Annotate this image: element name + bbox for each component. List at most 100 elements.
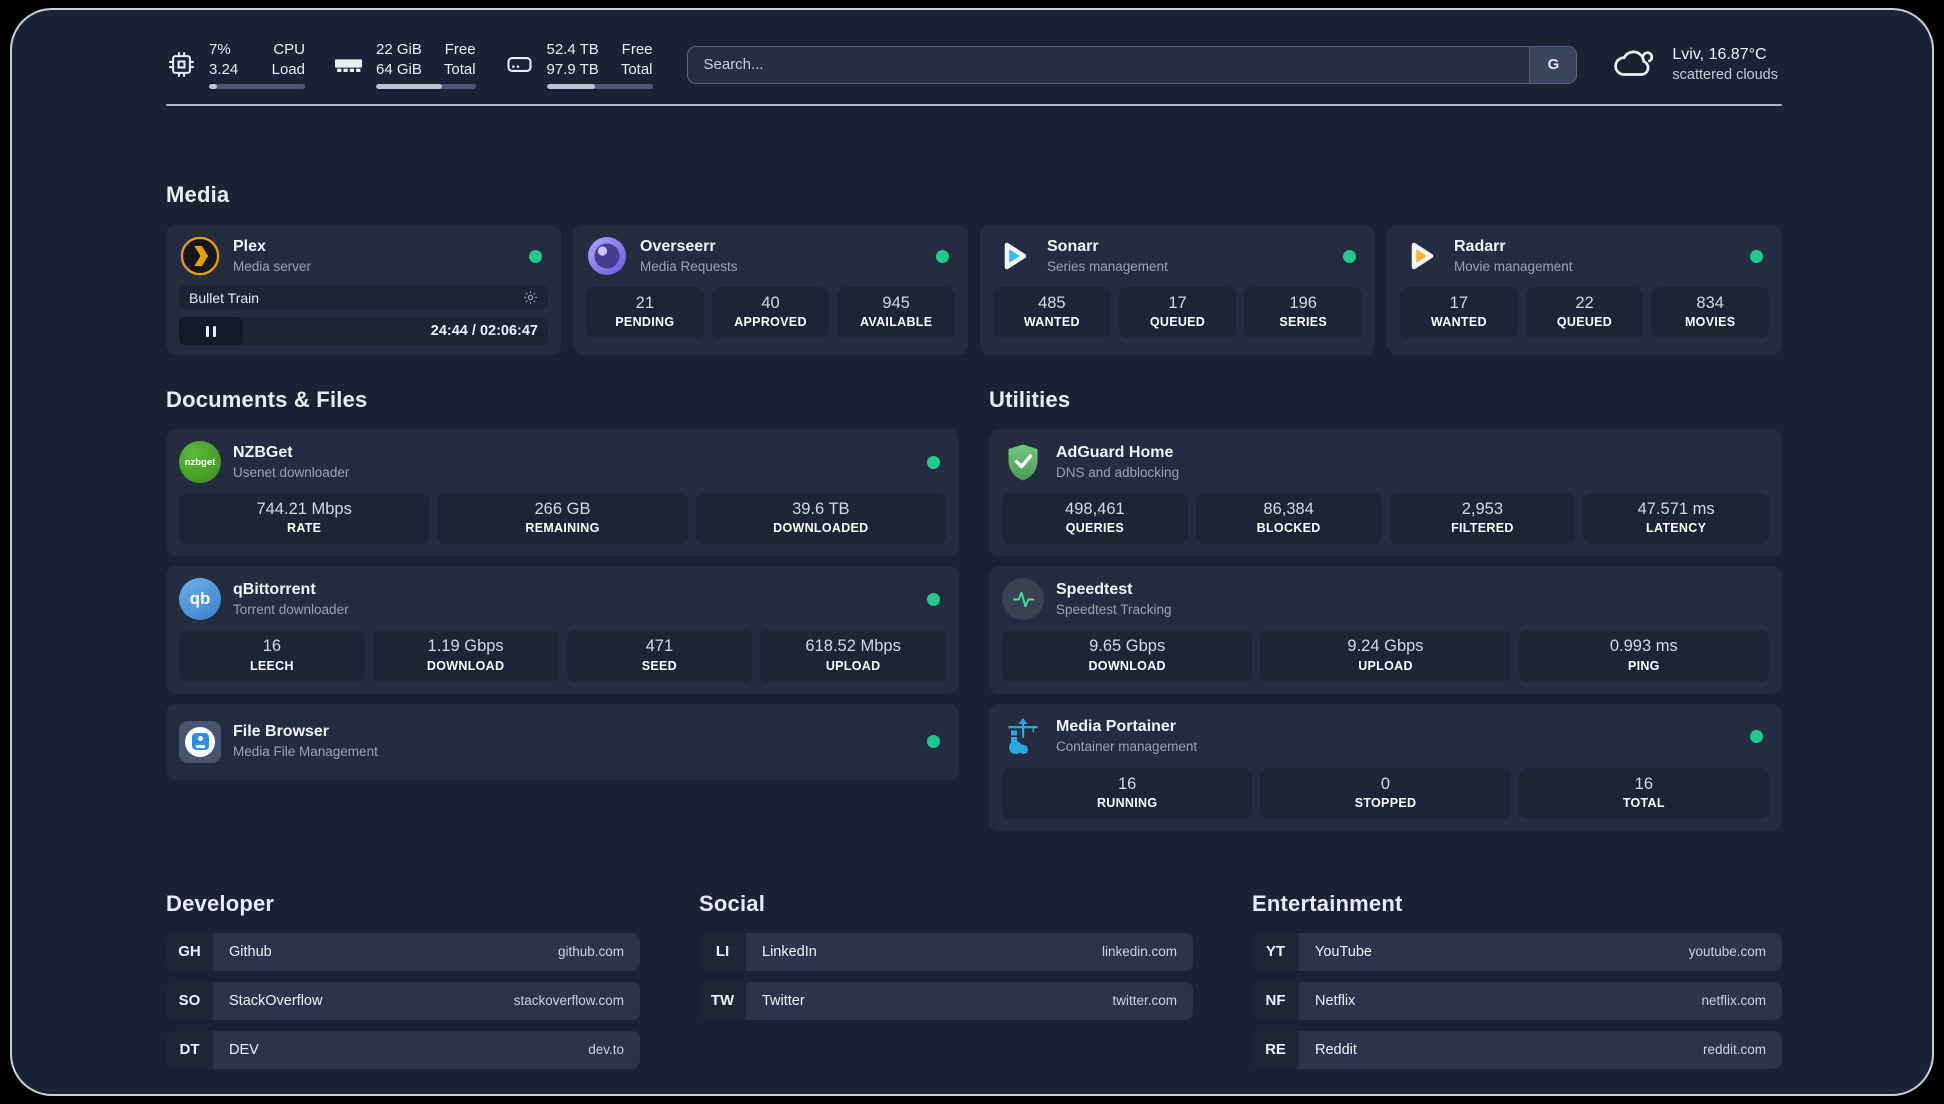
stat-available: 945 AVAILABLE bbox=[837, 287, 956, 339]
cpu-icon bbox=[166, 49, 197, 80]
header-divider bbox=[166, 104, 1782, 106]
link-twitter[interactable]: TW Twitter twitter.com bbox=[699, 981, 1193, 1020]
link-name: LinkedIn bbox=[762, 943, 817, 960]
disk-free-value: 52.4 TB bbox=[546, 41, 599, 58]
stat-approved: 40 APPROVED bbox=[711, 287, 830, 339]
stat-label: DOWNLOAD bbox=[1088, 658, 1166, 673]
link-name: Netflix bbox=[1315, 992, 1356, 1009]
stat-value: 498,461 bbox=[1065, 500, 1125, 518]
search-provider-button[interactable]: G bbox=[1529, 46, 1577, 83]
top-bar: 7% 3.24 CPU Load 22 GiB 64 GiB Free Tota… bbox=[166, 40, 1782, 89]
stat-value: 471 bbox=[645, 637, 674, 656]
status-dot bbox=[927, 455, 940, 469]
stat-filtered: 2,953 FILTERED bbox=[1389, 493, 1576, 545]
stat-queued: 17 QUEUED bbox=[1118, 287, 1237, 339]
stat-value: 16 bbox=[1634, 774, 1653, 793]
filebrowser-link[interactable]: File Browser Media File Management bbox=[179, 720, 378, 763]
memory-icon bbox=[333, 49, 364, 80]
stat-latency: 47.571 ms LATENCY bbox=[1583, 493, 1769, 545]
stat-queries: 498,461 QUERIES bbox=[1002, 493, 1188, 545]
section-media: Media Plex Media server Bullet Train 24:… bbox=[166, 182, 1782, 355]
link-name: Twitter bbox=[762, 992, 805, 1009]
app-name: Speedtest bbox=[1056, 581, 1133, 599]
radarr-link[interactable]: Radarr Movie management bbox=[1400, 235, 1573, 277]
stat-label: SERIES bbox=[1279, 315, 1327, 330]
memory-progress-bar bbox=[376, 84, 476, 89]
nzbget-card: nzbget NZBGet Usenet downloader 744.21 M… bbox=[166, 429, 959, 557]
link-abbr: LI bbox=[699, 932, 746, 971]
app-desc: Movie management bbox=[1454, 258, 1573, 274]
link-abbr: SO bbox=[166, 981, 213, 1020]
filebrowser-card: File Browser Media File Management bbox=[166, 703, 959, 780]
stat-ping: 0.993 ms PING bbox=[1518, 630, 1769, 682]
stat-label: LATENCY bbox=[1646, 521, 1707, 536]
stat-value: 618.52 Mbps bbox=[805, 637, 901, 656]
stat-label: QUEUED bbox=[1149, 315, 1206, 330]
link-youtube[interactable]: YT YouTube youtube.com bbox=[1252, 932, 1782, 971]
app-name: qBittorrent bbox=[233, 581, 316, 599]
link-netflix[interactable]: NF Netflix netflix.com bbox=[1252, 981, 1782, 1020]
app-name: Plex bbox=[233, 237, 266, 255]
status-dot bbox=[927, 592, 940, 606]
status-dot bbox=[1750, 730, 1763, 744]
stat-label: TOTAL bbox=[1622, 796, 1665, 811]
search-bar: G bbox=[686, 45, 1578, 84]
stat-upload: 9.24 Gbps UPLOAD bbox=[1260, 630, 1511, 682]
adguard-link[interactable]: AdGuard Home DNS and adblocking bbox=[1002, 441, 1179, 483]
overseerr-icon bbox=[586, 235, 628, 277]
sonarr-link[interactable]: Sonarr Series management bbox=[993, 235, 1168, 277]
plex-icon bbox=[179, 235, 221, 277]
status-dot bbox=[529, 249, 542, 263]
stat-download: 9.65 Gbps DOWNLOAD bbox=[1002, 630, 1253, 682]
cpu-progress-fill bbox=[209, 84, 217, 89]
settings-icon[interactable] bbox=[523, 290, 538, 305]
stat-rate: 744.21 Mbps RATE bbox=[179, 493, 430, 545]
stat-value: 1.19 Gbps bbox=[427, 637, 504, 656]
link-stackoverflow[interactable]: SO StackOverflow stackoverflow.com bbox=[166, 981, 640, 1020]
stat-value: 16 bbox=[262, 637, 282, 656]
link-reddit[interactable]: RE Reddit reddit.com bbox=[1252, 1030, 1782, 1069]
qbittorrent-link[interactable]: qb qBittorrent Torrent downloader bbox=[179, 578, 349, 621]
status-dot bbox=[1343, 249, 1356, 263]
stat-value: 86,384 bbox=[1263, 500, 1314, 518]
app-name: Overseerr bbox=[640, 237, 716, 255]
stat-value: 744.21 Mbps bbox=[256, 500, 352, 518]
pause-button[interactable] bbox=[179, 317, 243, 345]
qbittorrent-card: qb qBittorrent Torrent downloader 16 LEE… bbox=[166, 566, 959, 694]
stat-value: 22 bbox=[1575, 294, 1594, 312]
link-linkedin[interactable]: LI LinkedIn linkedin.com bbox=[699, 932, 1193, 971]
stat-label: DOWNLOADED bbox=[773, 521, 869, 536]
stat-value: 196 bbox=[1289, 294, 1317, 312]
stat-label: AVAILABLE bbox=[859, 315, 933, 330]
plex-link[interactable]: Plex Media server bbox=[179, 235, 311, 277]
app-desc: Media server bbox=[233, 258, 312, 274]
link-name: YouTube bbox=[1315, 943, 1372, 960]
metric-cpu: 7% 3.24 CPU Load bbox=[166, 40, 305, 89]
portainer-icon bbox=[1002, 716, 1044, 758]
portainer-link[interactable]: Media Portainer Container management bbox=[1002, 716, 1197, 758]
stat-label: WANTED bbox=[1023, 315, 1080, 330]
stat-value: 0.993 ms bbox=[1609, 637, 1678, 656]
stat-value: 9.24 Gbps bbox=[1347, 637, 1424, 656]
dashboard: 7% 3.24 CPU Load 22 GiB 64 GiB Free Tota… bbox=[10, 8, 1934, 1096]
stat-wanted: 17 WANTED bbox=[1400, 287, 1518, 339]
stat-running: 16 RUNNING bbox=[1002, 767, 1253, 819]
speedtest-link[interactable]: Speedtest Speedtest Tracking bbox=[1002, 578, 1172, 621]
stat-label: PING bbox=[1627, 658, 1660, 673]
stat-value: 21 bbox=[635, 294, 655, 312]
link-url: reddit.com bbox=[1702, 1042, 1766, 1058]
link-github[interactable]: GH Github github.com bbox=[166, 932, 640, 971]
system-metrics: 7% 3.24 CPU Load 22 GiB 64 GiB Free Tota… bbox=[166, 40, 653, 89]
stat-label: WANTED bbox=[1430, 315, 1487, 330]
radarr-icon bbox=[1400, 235, 1442, 277]
link-dev-to[interactable]: DT DEV dev.to bbox=[166, 1030, 640, 1069]
nzbget-link[interactable]: nzbget NZBGet Usenet downloader bbox=[179, 441, 349, 483]
pause-icon bbox=[205, 325, 209, 337]
media-section-title: Media bbox=[166, 182, 230, 207]
link-name: DEV bbox=[229, 1041, 259, 1058]
stat-label: LEECH bbox=[249, 658, 294, 673]
cpu-progress-bar bbox=[209, 84, 305, 89]
overseerr-link[interactable]: Overseerr Media Requests bbox=[586, 235, 738, 277]
app-desc: DNS and adblocking bbox=[1056, 464, 1180, 480]
search-input[interactable] bbox=[687, 46, 1530, 83]
